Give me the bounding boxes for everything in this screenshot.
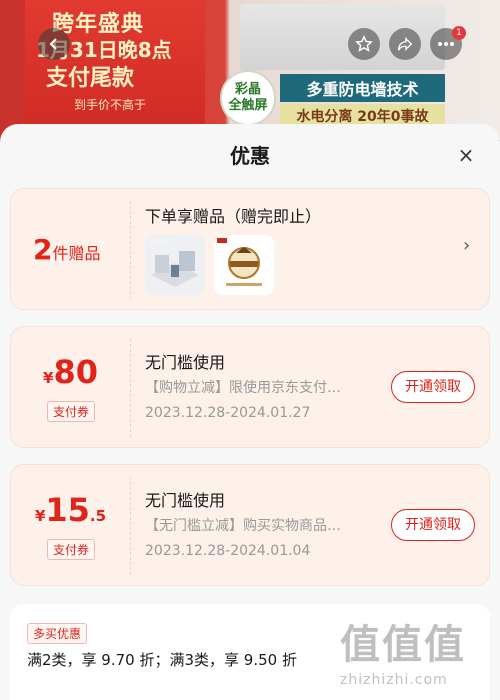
close-button[interactable]: × bbox=[455, 144, 477, 166]
multi-buy-rule: 满2类，享 9.70 折；满3类，享 9.50 折 bbox=[27, 651, 297, 669]
coupon-title: 无门槛使用 bbox=[145, 353, 226, 372]
star-icon bbox=[355, 35, 373, 52]
more-dots-icon bbox=[438, 42, 454, 46]
feature-headline: 多重防电墙技术 bbox=[280, 74, 445, 102]
promo-subtitle: 支付尾款 bbox=[46, 66, 135, 91]
coupon-amount: ¥15.5 bbox=[11, 491, 130, 529]
gift-image-service bbox=[214, 235, 274, 295]
coupon-type-tag: 支付券 bbox=[47, 401, 96, 422]
product-banner: 跨年盛典 1月31日晚8点 支付尾款 到手价不高于 彩晶 全触屏 多重防电墙技术… bbox=[0, 0, 500, 140]
card-divider bbox=[130, 477, 131, 575]
coupon-amount-dec: .5 bbox=[89, 507, 107, 525]
gift-image-room bbox=[145, 235, 205, 295]
site-watermark: 值值值 zhizhizhi.com bbox=[340, 612, 490, 692]
promo-price-note: 到手价不高于 bbox=[74, 98, 147, 112]
share-button[interactable] bbox=[389, 28, 421, 60]
coupon-amount: ¥80 bbox=[11, 353, 130, 391]
coupon-description: 【无门槛立减】购买实物商品… bbox=[145, 518, 341, 534]
chevron-left-icon bbox=[49, 38, 57, 50]
coupon-card: ¥15.5 支付券 无门槛使用 【无门槛立减】购买实物商品… 2023.12.2… bbox=[10, 464, 490, 586]
gift-title: 下单享赠品（赠完即止） bbox=[145, 207, 322, 226]
sheet-title: 优惠 bbox=[230, 144, 270, 168]
share-icon bbox=[398, 36, 413, 52]
feature-box: 多重防电墙技术 水电分离 20年0事故 bbox=[280, 74, 445, 128]
multi-buy-tag: 多买优惠 bbox=[27, 623, 88, 644]
feature-badge-line1: 彩晶 bbox=[234, 82, 261, 97]
card-divider bbox=[130, 201, 131, 299]
watermark-logo: 值值值 bbox=[340, 622, 466, 668]
gift-count-unit: 件赠品 bbox=[52, 244, 101, 263]
watermark-url: zhizhizhi.com bbox=[340, 672, 448, 688]
notification-badge: 1 bbox=[452, 26, 466, 40]
coupon-validity: 2023.12.28-2024.01.04 bbox=[145, 543, 311, 559]
coupon-type-tag: 支付券 bbox=[47, 539, 96, 560]
claim-coupon-button[interactable]: 开通领取 bbox=[391, 371, 475, 403]
coupon-card: ¥80 支付券 无门槛使用 【购物立减】限使用京东支付… 2023.12.28-… bbox=[10, 326, 490, 448]
gift-count-number: 2 bbox=[33, 233, 53, 266]
claim-coupon-button[interactable]: 开通领取 bbox=[391, 509, 475, 541]
currency-symbol: ¥ bbox=[43, 369, 54, 387]
card-divider bbox=[130, 339, 131, 437]
coupon-amount-int: 80 bbox=[53, 353, 98, 391]
coupon-validity: 2023.12.28-2024.01.27 bbox=[145, 405, 311, 421]
gift-card[interactable]: 2件赠品 下单享赠品（赠完即止） › bbox=[10, 188, 490, 310]
favorite-button[interactable] bbox=[348, 28, 380, 60]
feature-badge: 彩晶 全触屏 bbox=[220, 70, 276, 126]
currency-symbol: ¥ bbox=[34, 507, 46, 525]
gift-count: 2件赠品 bbox=[33, 233, 101, 266]
coupon-amount-int: 15 bbox=[45, 491, 90, 529]
back-button[interactable] bbox=[38, 28, 70, 60]
coupon-description: 【购物立减】限使用京东支付… bbox=[145, 380, 341, 396]
feature-badge-line2: 全触屏 bbox=[228, 98, 268, 113]
coupon-title: 无门槛使用 bbox=[145, 491, 226, 510]
gift-arrow-icon[interactable]: › bbox=[463, 235, 470, 256]
